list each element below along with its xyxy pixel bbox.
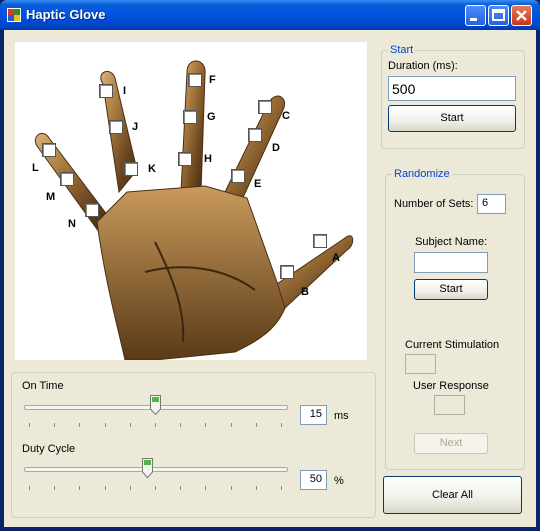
randomize-group-title: Randomize bbox=[392, 168, 452, 180]
duty-cycle-slider-thumb[interactable] bbox=[142, 458, 154, 478]
slider-tick bbox=[54, 486, 56, 490]
finger-checkbox-l[interactable] bbox=[42, 143, 56, 157]
number-of-sets-label: Number of Sets: bbox=[394, 198, 474, 210]
on-time-slider-thumb[interactable] bbox=[150, 395, 161, 415]
slider-tick bbox=[230, 423, 232, 427]
slider-tick bbox=[104, 486, 106, 490]
finger-checkbox-n[interactable] bbox=[85, 203, 99, 217]
duty-cycle-label: Duty Cycle bbox=[22, 443, 76, 455]
slider-tick bbox=[54, 423, 56, 427]
on-time-label: On Time bbox=[22, 380, 64, 392]
current-stimulation-indicator bbox=[405, 354, 436, 374]
slider-tick bbox=[155, 423, 156, 427]
finger-label-c: C bbox=[282, 110, 290, 122]
start-duration-button[interactable]: Start bbox=[388, 105, 516, 132]
hand-panel bbox=[15, 42, 367, 361]
start-randomize-button[interactable]: Start bbox=[414, 279, 488, 300]
sliders-group: On Time 15 ms Duty Cycle 50 % bbox=[11, 372, 376, 518]
finger-label-l: L bbox=[32, 162, 39, 174]
subject-name-input[interactable] bbox=[414, 252, 488, 273]
finger-label-j: J bbox=[132, 121, 139, 133]
duty-cycle-unit: % bbox=[334, 475, 344, 487]
finger-label-k: K bbox=[148, 163, 156, 175]
finger-checkbox-d[interactable] bbox=[248, 128, 262, 142]
finger-checkbox-g[interactable] bbox=[183, 110, 197, 124]
finger-checkbox-h[interactable] bbox=[178, 152, 192, 166]
slider-tick bbox=[79, 486, 81, 490]
finger-label-h: H bbox=[204, 153, 212, 165]
finger-label-g: G bbox=[207, 111, 216, 123]
subject-name-label: Subject Name: bbox=[415, 236, 488, 248]
duty-cycle-track[interactable] bbox=[24, 467, 288, 472]
finger-checkbox-k[interactable] bbox=[124, 162, 138, 176]
finger-label-i: I bbox=[123, 85, 127, 97]
window-title: Haptic Glove bbox=[26, 7, 106, 22]
finger-label-n: N bbox=[68, 218, 76, 230]
finger-checkbox-e[interactable] bbox=[231, 169, 245, 183]
app-icon bbox=[7, 8, 21, 22]
finger-checkbox-f[interactable] bbox=[188, 73, 202, 87]
clear-all-button[interactable]: Clear All bbox=[383, 476, 522, 514]
slider-tick bbox=[230, 486, 232, 490]
number-of-sets-input[interactable]: 6 bbox=[477, 194, 506, 214]
minimize-icon bbox=[470, 18, 477, 21]
duration-label: Duration (ms): bbox=[388, 60, 458, 72]
close-button[interactable] bbox=[511, 5, 532, 26]
user-response-label: User Response bbox=[413, 380, 489, 392]
current-stimulation-label: Current Stimulation bbox=[405, 339, 500, 351]
maximize-button[interactable] bbox=[488, 5, 509, 26]
duty-cycle-value[interactable]: 50 bbox=[300, 470, 327, 490]
maximize-icon bbox=[492, 9, 505, 21]
randomize-group: Randomize Number of Sets: 6 Subject Name… bbox=[385, 168, 525, 470]
slider-tick bbox=[104, 423, 106, 427]
slider-tick bbox=[180, 423, 182, 427]
slider-tick bbox=[29, 423, 30, 427]
slider-tick bbox=[129, 486, 131, 490]
start-group: Start Duration (ms): 500 Start bbox=[381, 44, 525, 149]
finger-label-f: F bbox=[209, 74, 216, 86]
slider-tick bbox=[205, 423, 207, 427]
finger-checkbox-c[interactable] bbox=[258, 100, 272, 114]
minimize-button[interactable] bbox=[465, 5, 486, 26]
slider-tick bbox=[155, 486, 156, 490]
title-bar[interactable]: Haptic Glove bbox=[0, 0, 540, 30]
finger-label-d: D bbox=[272, 142, 280, 154]
finger-label-b: B bbox=[301, 286, 309, 298]
client-area: A B C D E F G H I J K L M N On Time 15 m… bbox=[4, 30, 536, 527]
start-group-title: Start bbox=[388, 44, 416, 56]
finger-checkbox-i[interactable] bbox=[99, 84, 113, 98]
finger-checkbox-m[interactable] bbox=[60, 172, 74, 186]
hand-image bbox=[35, 60, 354, 361]
slider-tick bbox=[129, 423, 131, 427]
finger-checkbox-a[interactable] bbox=[313, 234, 327, 248]
on-time-value[interactable]: 15 bbox=[300, 405, 327, 425]
slider-tick bbox=[79, 423, 81, 427]
slider-tick bbox=[29, 486, 30, 490]
slider-tick bbox=[255, 423, 257, 427]
finger-checkbox-j[interactable] bbox=[109, 120, 123, 134]
next-button[interactable]: Next bbox=[414, 433, 488, 454]
finger-label-e: E bbox=[254, 178, 262, 190]
slider-tick bbox=[255, 486, 257, 490]
on-time-unit: ms bbox=[334, 410, 349, 422]
finger-checkbox-b[interactable] bbox=[280, 265, 294, 279]
finger-label-m: M bbox=[46, 191, 56, 203]
slider-tick bbox=[281, 486, 282, 490]
user-response-indicator bbox=[434, 395, 465, 415]
finger-label-a: A bbox=[332, 252, 340, 264]
slider-tick bbox=[205, 486, 207, 490]
slider-tick bbox=[281, 423, 282, 427]
slider-tick bbox=[180, 486, 182, 490]
duration-input[interactable]: 500 bbox=[388, 76, 516, 101]
close-icon bbox=[516, 10, 527, 21]
app-window: Haptic Glove A B C D E F G H I J K L M N… bbox=[0, 0, 540, 531]
